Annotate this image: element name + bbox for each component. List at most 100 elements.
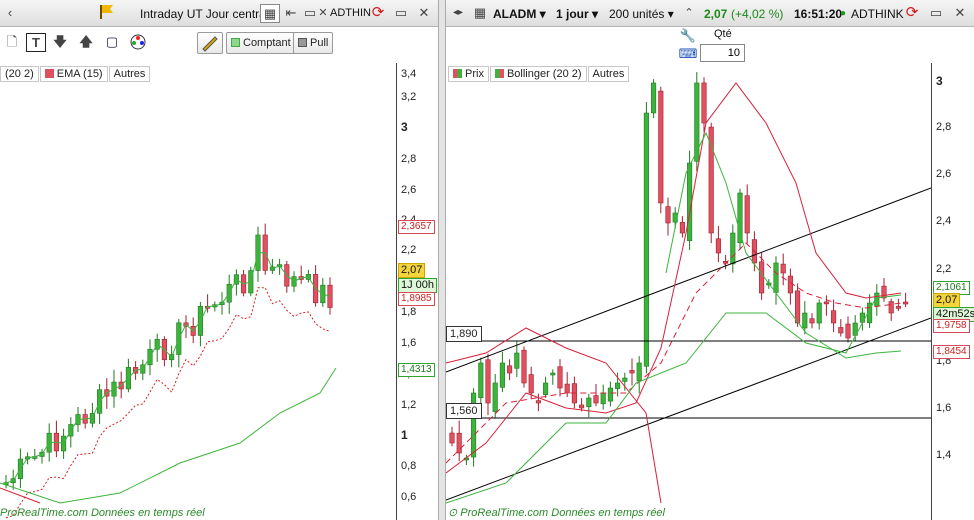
chevron-left-icon[interactable]: ‹ [0, 4, 20, 23]
candle-body [586, 397, 592, 408]
flag-icon[interactable] [96, 3, 116, 22]
wrench-icon[interactable]: 🔧 [678, 27, 698, 46]
keypad-icon[interactable]: ⌨ [678, 45, 698, 64]
axis-tick: 2,6 [401, 184, 417, 196]
candle-body [528, 374, 534, 394]
candle-body [895, 306, 901, 309]
right-toolbar: 🔧 Qté ⌨ [446, 27, 974, 63]
candle-body [694, 82, 700, 162]
text-tool-icon[interactable]: T [26, 33, 46, 52]
candle-body [823, 301, 829, 305]
comptant-button[interactable]: Comptant [226, 32, 296, 54]
candle-body [831, 310, 837, 324]
candle-body [838, 327, 844, 334]
candle-body [579, 404, 585, 409]
axis-tick: 3 [401, 120, 408, 134]
close-icon[interactable]: ✕ [414, 4, 434, 23]
left-price-chart[interactable] [0, 63, 396, 520]
candle-body [658, 90, 664, 204]
candle-body [643, 112, 649, 367]
left-price-axis: 3,4 3,2 3 2,8 2,6 2,4 2,2 2 1,8 1,6 1,4 … [396, 63, 438, 520]
left-title-bar: ‹ Intraday UT Jour central ▦ ⇤ ▭ ✕ ADTHI… [0, 0, 438, 27]
candle-body [888, 301, 894, 314]
axis-tick: 1 [401, 428, 408, 442]
candle-body [557, 366, 563, 389]
candle-body [809, 318, 815, 324]
candle-body [730, 232, 736, 265]
period-selector[interactable]: 1 jour ▾ [556, 7, 598, 21]
candle-body [679, 222, 685, 234]
candle-body [449, 432, 455, 444]
axis-tick: 3 [936, 74, 943, 88]
axis-tick: 1,6 [936, 402, 952, 414]
pin-icon[interactable]: ⇤ [281, 4, 301, 23]
pane-splitter[interactable] [438, 0, 446, 520]
candle-body [622, 377, 628, 382]
candle-body [629, 370, 635, 374]
left-toolbar: 🗋 T 🡇 🡅 ▢ Comptant Pull [0, 27, 438, 63]
pencil-tool-icon[interactable] [197, 32, 223, 54]
right-chart-pane: ◂▸ ▦ ALADM ▾ 1 jour ▾ 200 unités ▾ ⌃ 2,0… [446, 0, 974, 520]
sync-icon[interactable]: ⟳ [368, 4, 388, 23]
close-icon[interactable]: ✕ [950, 4, 970, 23]
price-change: (+4,02 %) [731, 7, 784, 21]
candle-body [543, 382, 549, 395]
units-selector[interactable]: 200 unités ▾ [609, 7, 674, 21]
step-arrows-icon[interactable]: ◂▸ [448, 4, 468, 23]
axis-tick: 0,8 [401, 460, 417, 472]
level-label-lower[interactable]: 1,560 [446, 403, 482, 419]
axis-tick: 1,6 [401, 337, 417, 349]
axis-tick: 2,8 [401, 153, 417, 165]
bollinger-green-lower [446, 294, 902, 504]
candle-body [499, 362, 505, 388]
arrow-down-icon[interactable]: 🡇 [50, 33, 70, 52]
axis-tick: 2,6 [936, 168, 952, 180]
candle-body [845, 323, 851, 339]
bollinger-mid-tag: 1,9758 [933, 319, 970, 333]
candle-body [816, 302, 822, 324]
candle-body [593, 395, 599, 404]
symbol-selector[interactable]: ALADM ▾ [493, 7, 546, 21]
grid-icon[interactable]: ▦ [260, 4, 280, 23]
qty-input[interactable] [700, 44, 745, 62]
level-label-upper[interactable]: 1,890 [446, 326, 482, 342]
candle-body [665, 206, 671, 224]
candle-body [715, 238, 721, 254]
axis-tick: 0,6 [401, 491, 417, 503]
axis-tick: 1,8 [401, 306, 417, 318]
axis-tick: 3,4 [401, 68, 417, 80]
candle-body [607, 387, 613, 402]
candle-body [651, 82, 657, 114]
candle-body [773, 262, 779, 293]
pull-button[interactable]: Pull [293, 32, 334, 54]
sync-icon[interactable]: ⟳ [902, 4, 922, 23]
right-price-chart[interactable] [446, 63, 931, 520]
last-price-tag: 2,07 [398, 263, 426, 278]
collapse-icon[interactable]: ⌃ [679, 4, 699, 23]
candle-body [600, 392, 606, 405]
candle-body [737, 192, 743, 244]
candle-body [903, 301, 909, 305]
axis-tick: 3,2 [401, 91, 417, 103]
timer-tag: 1J 00h [398, 278, 438, 293]
color-palette-icon[interactable] [128, 33, 148, 52]
axis-tick: 2,2 [401, 244, 417, 256]
left-account-label: ADTHIN [330, 7, 371, 19]
quote-time: 16:51:20 [794, 7, 843, 21]
grid-icon[interactable]: ▦ [470, 4, 490, 23]
left-chart-pane: ‹ Intraday UT Jour central ▦ ⇤ ▭ ✕ ADTHI… [0, 0, 438, 520]
bollinger-upper-tag: 2,3657 [398, 220, 435, 234]
left-window-title: Intraday UT Jour central [140, 7, 269, 21]
right-account-label: ADTHINK [851, 7, 904, 21]
candle-body [478, 362, 484, 399]
axis-tick: 2,8 [936, 121, 952, 133]
right-footer: ⊙ ProRealTime.com Données en temps réel [448, 507, 665, 519]
candle-body [802, 312, 808, 329]
restore-icon[interactable]: ▭ [926, 4, 946, 23]
arrow-up-icon[interactable]: 🡅 [76, 33, 96, 52]
candle-body [636, 362, 642, 382]
document-icon[interactable]: 🗋 [2, 33, 22, 52]
candle-body [485, 359, 491, 404]
restore-icon[interactable]: ▭ [391, 4, 411, 23]
rectangle-tool-icon[interactable]: ▢ [102, 33, 122, 52]
